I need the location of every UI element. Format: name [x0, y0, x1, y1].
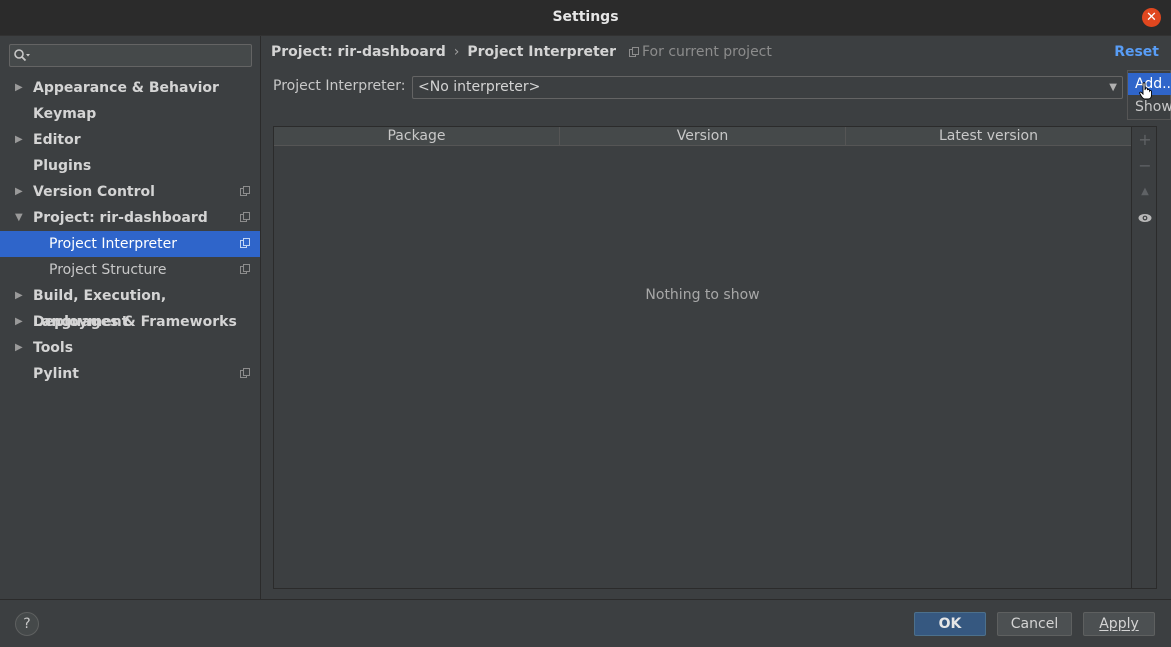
help-button[interactable]: ? [15, 612, 39, 636]
sidebar-item-project-interpreter[interactable]: Project Interpreter [0, 231, 260, 257]
dropdown-arrow-icon: ▼ [1109, 82, 1117, 93]
interpreter-select[interactable]: <No interpreter> ▼ [412, 76, 1123, 99]
close-icon: ✕ [1146, 10, 1157, 25]
search-input[interactable] [9, 44, 252, 67]
project-scope-icon [240, 186, 250, 196]
project-scope-icon [629, 46, 639, 57]
expand-arrow-icon[interactable]: ▶ [15, 283, 23, 309]
sidebar-item-appearance[interactable]: ▶ Appearance & Behavior [0, 75, 260, 101]
project-scope-icon [240, 368, 250, 378]
project-scope-icon [240, 264, 250, 274]
for-current-project-note: For current project [629, 44, 772, 60]
sidebar-item-version-control[interactable]: ▶ Version Control [0, 179, 260, 205]
expand-arrow-icon[interactable]: ▶ [15, 127, 23, 153]
ok-button[interactable]: OK [914, 612, 986, 636]
project-scope-icon [240, 238, 250, 248]
sidebar-item-pylint[interactable]: Pylint [0, 361, 260, 387]
reset-link[interactable]: Reset [1114, 44, 1159, 60]
dialog-footer: ? OK Cancel Apply [0, 599, 1171, 647]
show-early-releases-icon[interactable] [1138, 211, 1152, 225]
sidebar-item-editor[interactable]: ▶ Editor [0, 127, 260, 153]
expand-arrow-icon[interactable]: ▶ [15, 179, 23, 205]
table-header: Package Version Latest version [274, 127, 1131, 146]
table-toolbar: + − ▲ [1132, 126, 1157, 589]
expand-arrow-icon[interactable]: ▶ [15, 335, 23, 361]
settings-sidebar: ▶ Appearance & Behavior Keymap ▶ Editor … [0, 36, 261, 599]
column-version[interactable]: Version [560, 127, 846, 146]
sidebar-item-plugins[interactable]: Plugins [0, 153, 260, 179]
remove-package-icon[interactable]: − [1138, 158, 1152, 174]
sidebar-item-project[interactable]: ▼ Project: rir-dashboard [0, 205, 260, 231]
close-button[interactable]: ✕ [1142, 8, 1161, 27]
expand-arrow-icon[interactable]: ▶ [15, 75, 23, 101]
breadcrumb: Project: rir-dashboard › Project Interpret… [271, 44, 616, 60]
sidebar-item-tools[interactable]: ▶ Tools [0, 335, 260, 361]
column-latest-version[interactable]: Latest version [846, 127, 1131, 146]
settings-tree: ▶ Appearance & Behavior Keymap ▶ Editor … [0, 75, 260, 387]
packages-table: Package Version Latest version Nothing t… [273, 126, 1132, 589]
upgrade-package-icon[interactable]: ▲ [1138, 185, 1152, 199]
project-scope-icon [240, 212, 250, 222]
column-package[interactable]: Package [274, 127, 560, 146]
expand-arrow-icon[interactable]: ▶ [15, 309, 23, 335]
breadcrumb-page: Project Interpreter [467, 44, 617, 60]
sidebar-item-languages[interactable]: ▶ Languages & Frameworks [0, 309, 260, 335]
breadcrumb-project: Project: rir-dashboard [271, 44, 446, 60]
apply-button[interactable]: Apply [1083, 612, 1155, 636]
sidebar-item-build[interactable]: ▶ Build, Execution, Deployment [0, 283, 260, 330]
collapse-arrow-icon[interactable]: ▼ [15, 205, 23, 231]
window-title: Settings [552, 9, 619, 25]
interpreter-label: Project Interpreter: [273, 78, 406, 94]
search-icon [14, 49, 30, 62]
title-bar: Settings ✕ [0, 0, 1171, 36]
settings-content: Project: rir-dashboard › Project Interpret… [261, 36, 1171, 599]
cancel-button[interactable]: Cancel [997, 612, 1072, 636]
breadcrumb-separator: › [453, 44, 460, 60]
hand-cursor-icon [1139, 82, 1152, 100]
sidebar-item-project-structure[interactable]: Project Structure [0, 257, 260, 283]
add-package-icon[interactable]: + [1138, 132, 1152, 148]
empty-table-text: Nothing to show [645, 287, 760, 303]
interpreter-value: <No interpreter> [418, 79, 541, 95]
sidebar-item-keymap[interactable]: Keymap [0, 101, 260, 127]
